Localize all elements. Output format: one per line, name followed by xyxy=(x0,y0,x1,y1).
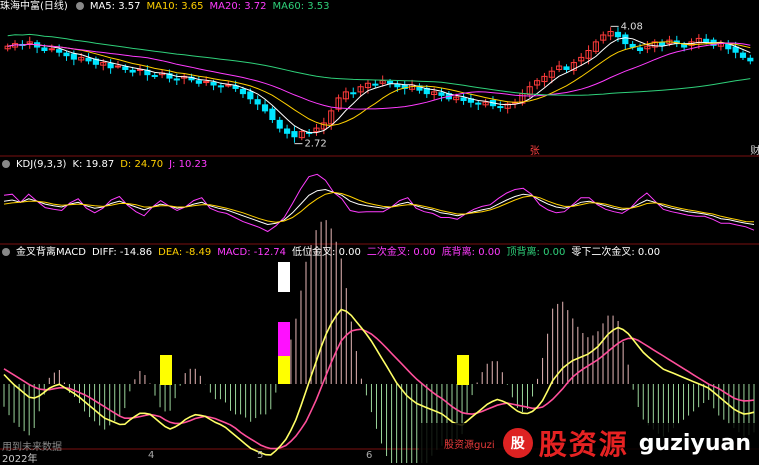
watermark-logo: 股资源 xyxy=(538,428,629,461)
candle-body xyxy=(41,47,48,51)
candle-body xyxy=(703,38,710,43)
seal-icon: 股 xyxy=(502,428,533,458)
ma5-label: MA5: 3.57 xyxy=(89,1,141,12)
candle-body xyxy=(725,43,732,50)
candle-body xyxy=(386,81,394,84)
settings-icon[interactable] xyxy=(2,160,10,168)
second-cross-label: 二次金叉: 0.00 xyxy=(366,247,436,258)
k-line xyxy=(3,188,755,226)
candle-body xyxy=(291,131,298,138)
candle-body xyxy=(239,88,247,95)
signal-bar-yellow xyxy=(457,355,469,385)
candle-body xyxy=(563,66,570,70)
candle-body xyxy=(350,92,357,95)
candle-body xyxy=(614,31,622,38)
zero-cross-label: 零下二次金叉: 0.00 xyxy=(571,247,661,258)
k-label: K: 19.87 xyxy=(72,159,115,170)
candle-body xyxy=(460,97,467,102)
d-label: D: 24.70 xyxy=(120,159,164,170)
candle-body xyxy=(276,119,283,129)
ma60-label: MA60: 3.53 xyxy=(272,1,330,12)
candle-body xyxy=(254,99,261,105)
signal-bar-white xyxy=(278,262,290,292)
candle-body xyxy=(70,53,77,60)
candle-body xyxy=(372,83,379,86)
candle-body xyxy=(203,81,210,84)
candle-body xyxy=(475,102,482,105)
candle-body xyxy=(217,85,224,88)
candle-body xyxy=(269,108,276,121)
watermark-en: guziyuan xyxy=(638,430,751,456)
ma20-line xyxy=(7,42,751,110)
candle-body xyxy=(151,75,158,78)
signal-bar-magenta xyxy=(278,322,290,356)
candle-body xyxy=(114,65,122,68)
candle-body xyxy=(497,106,504,109)
candle-body xyxy=(210,81,217,86)
candle-body xyxy=(732,46,739,53)
kdj-panel-header: KDJ(9,3,3) K: 19.87 D: 24.70 J: 10.23 xyxy=(0,158,213,172)
stock-title: 珠海中富(日线) xyxy=(0,1,68,12)
macd-panel-header: 金叉背离MACD DIFF: -14.86 DEA: -8.49 MACD: -12.… xyxy=(0,246,666,260)
dea-label: DEA: -8.49 xyxy=(158,247,212,258)
diff-label: DIFF: -14.86 xyxy=(91,247,153,258)
candle-body xyxy=(622,34,629,45)
stock-chart: 4.08 2.72 张 财 xyxy=(0,21,759,463)
candle-body xyxy=(85,57,92,62)
month-tick: 4 xyxy=(148,450,155,461)
low-price-label: 2.72 xyxy=(304,139,326,150)
price-panel-header: 珠海中富(日线) MA5: 3.57 MA10: 3.65 MA20: 3.72 MA6… xyxy=(0,0,336,14)
macd-label: MACD: -12.74 xyxy=(217,247,287,258)
candle-body xyxy=(438,92,445,96)
signal-bar-yellow xyxy=(160,355,172,385)
candle-body xyxy=(284,128,291,134)
candle-body xyxy=(195,80,202,84)
watermark: 股资源guzi 股 股资源 guziyuan xyxy=(419,423,759,463)
candle-body xyxy=(122,66,129,70)
candle-body xyxy=(747,57,754,62)
candle-body xyxy=(56,49,63,53)
month-tick: 5 xyxy=(257,450,264,461)
settings-icon[interactable] xyxy=(2,248,10,256)
candle-body xyxy=(107,62,114,69)
macd-title: 金叉背离MACD xyxy=(16,247,86,258)
settings-icon[interactable] xyxy=(75,2,84,10)
top-div-label: 顶背离: 0.00 xyxy=(506,247,566,258)
candle-body xyxy=(739,52,747,58)
marker-zhang: 张 xyxy=(530,145,540,157)
candle-body xyxy=(48,48,55,51)
j-label: J: 10.23 xyxy=(169,159,208,170)
candle-body xyxy=(636,47,644,51)
ma5-line xyxy=(7,37,751,134)
ma20-label: MA20: 3.72 xyxy=(209,1,267,12)
month-tick: 6 xyxy=(366,450,373,461)
kdj-title: KDJ(9,3,3) xyxy=(16,159,67,170)
candle-body xyxy=(659,42,666,46)
marker-cai: 财 xyxy=(750,144,759,157)
signal-bar-yellow xyxy=(278,356,290,384)
watermark-small: 股资源guzi xyxy=(443,439,495,451)
candle-body xyxy=(225,84,232,87)
candle-body xyxy=(247,91,254,100)
ma10-label: MA10: 3.65 xyxy=(146,1,204,12)
candle-body xyxy=(129,69,136,73)
candle-body xyxy=(681,43,688,48)
low-cross-label: 低位金叉: 0.00 xyxy=(292,247,361,258)
high-price-label: 4.08 xyxy=(621,21,643,32)
candle-body xyxy=(261,104,269,112)
bottom-div-label: 底背离: 0.00 xyxy=(441,247,501,258)
candle-body xyxy=(63,52,70,57)
candle-body xyxy=(173,78,180,81)
